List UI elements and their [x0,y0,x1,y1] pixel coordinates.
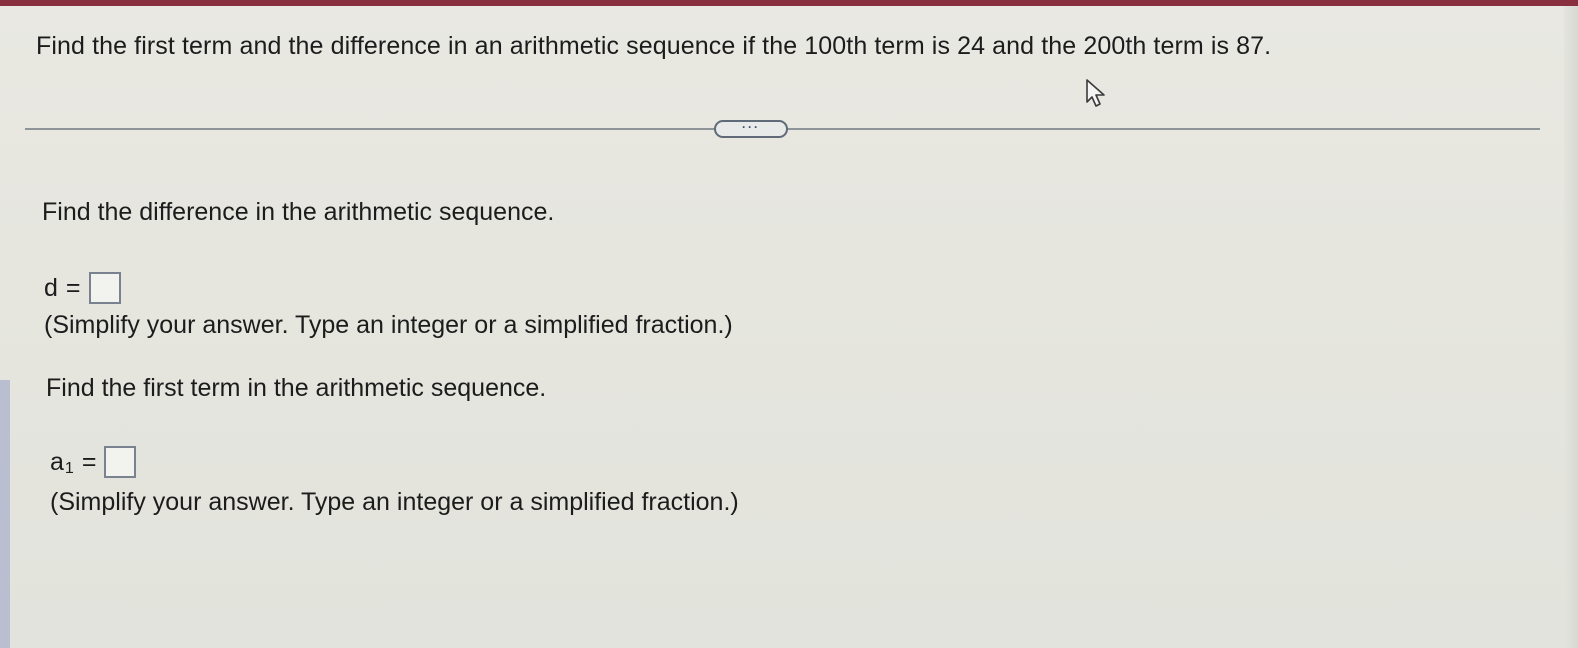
part2-subscript: 1 [64,460,74,477]
ellipsis-icon: ··· [742,120,760,134]
part2-prompt: Find the first term in the arithmetic se… [46,374,547,402]
left-edge-strip [0,380,10,648]
right-scroll-edge [1564,6,1578,648]
part1-variable: d [44,273,58,302]
part1-hint: (Simplify your answer. Type an integer o… [44,311,733,339]
part2-equals: = [81,447,97,476]
expand-button[interactable]: ··· [714,120,788,138]
part1-prompt: Find the difference in the arithmetic se… [42,198,555,226]
part2-answer-row: a1 = [50,446,137,478]
first-term-answer-input[interactable] [104,446,137,478]
top-accent-bar [0,0,1578,6]
part1-answer-row: d = [44,272,121,304]
difference-answer-input[interactable] [88,272,121,304]
part2-variable: a [50,447,64,476]
part2-hint: (Simplify your answer. Type an integer o… [50,488,739,516]
question-text: Find the first term and the difference i… [36,32,1272,60]
part1-equals: = [65,273,81,302]
mouse-pointer-icon [1086,79,1105,107]
